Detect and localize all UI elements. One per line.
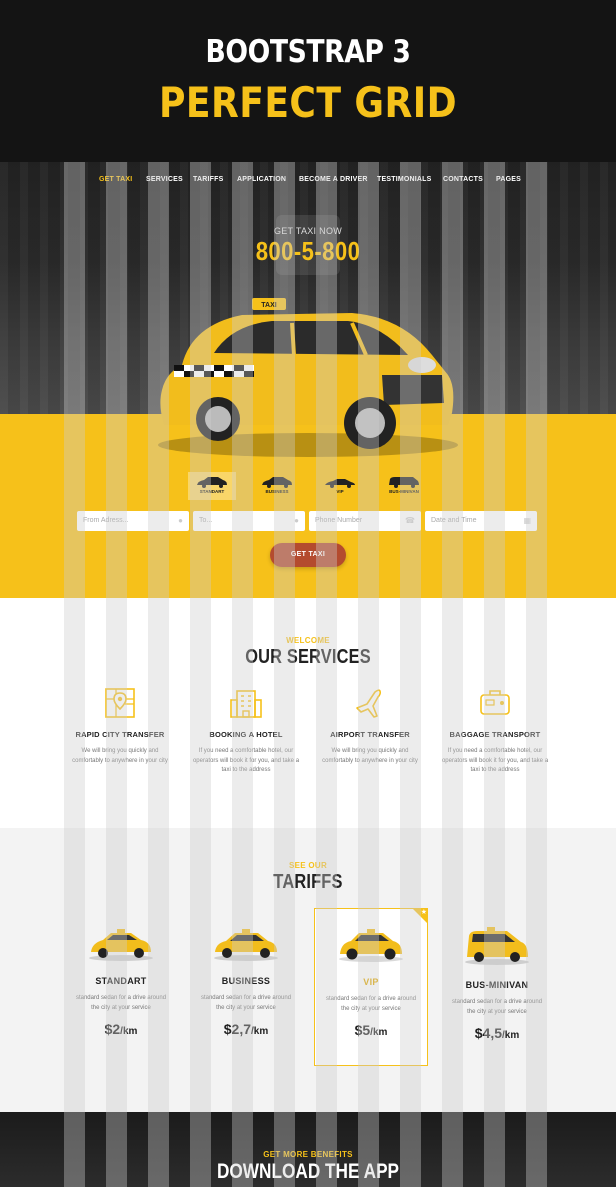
- hotel-icon: [230, 690, 262, 718]
- price-value: $2,7: [223, 1021, 251, 1037]
- main-nav: GET TAXI SERVICES TARIFFS APPLICATION BE…: [0, 176, 616, 190]
- download-eyebrow: GET MORE BENEFITS: [263, 1150, 353, 1159]
- phone-number[interactable]: 800-5-800: [242, 236, 375, 267]
- car-type-label: STANDART: [199, 489, 225, 494]
- star-icon: ★: [420, 909, 427, 916]
- phone-icon: ☎: [405, 516, 415, 525]
- get-taxi-button[interactable]: GET TAXI: [270, 543, 346, 567]
- taxi-car-image: TAXI: [158, 298, 458, 457]
- location-pin-icon: ●: [178, 516, 183, 525]
- sedan-image: [214, 929, 278, 961]
- car-type-vip[interactable]: VIP: [316, 472, 364, 500]
- car-type-selector: STANDART BUSINESS VIP BUS-MINIVAN: [0, 472, 616, 502]
- nav-item-testimonials[interactable]: TESTIMONIALS: [377, 176, 432, 183]
- datetime-input[interactable]: Date and Time ▦: [425, 511, 537, 531]
- nav-item-application[interactable]: APPLICATION: [237, 176, 286, 183]
- service-text: We will bring you quickly and comfortabl…: [72, 748, 168, 764]
- coupe-icon: [325, 479, 355, 488]
- price-value: $5: [354, 1022, 371, 1038]
- page: BOOTSTRAP 3 PERFECT GRID GET TAXI SERVIC…: [0, 0, 616, 1187]
- services-eyebrow: WELCOME: [286, 636, 330, 645]
- service-text: We will bring you quickly and comfortabl…: [322, 748, 418, 764]
- service-title: AIRPORT TRANSFER: [330, 730, 410, 739]
- service-card: AIRPORT TRANSFER We will bring you quick…: [316, 686, 424, 766]
- tariff-card-business[interactable]: BUSINESS standard sedan for a drive arou…: [189, 908, 303, 1066]
- svg-text:TAXI: TAXI: [261, 302, 276, 309]
- car-type-label: BUS-MINIVAN: [389, 489, 419, 494]
- to-address-input[interactable]: To... ●: [193, 511, 305, 531]
- tariff-price: $5/km: [315, 1022, 427, 1038]
- price-value: $4,5: [474, 1025, 502, 1041]
- minivan-image: [465, 927, 529, 965]
- calendar-icon: ▦: [523, 516, 531, 525]
- tariff-card-vip[interactable]: ★ VIP standard sedan for a drive around …: [314, 908, 428, 1066]
- service-text: If you need a comfortable hotel, our ope…: [192, 748, 300, 773]
- from-address-placeholder: From Adress...: [83, 517, 129, 524]
- service-card: BOOKING A HOTEL If you need a comfortabl…: [192, 686, 300, 776]
- nav-item-get-taxi[interactable]: GET TAXI: [99, 176, 132, 183]
- nav-item-become-driver[interactable]: BECOME A DRIVER: [299, 176, 368, 183]
- sedan-icon: [262, 477, 292, 488]
- nav-item-pages[interactable]: PAGES: [496, 176, 521, 183]
- price-unit: /km: [502, 1030, 520, 1041]
- phone-placeholder: Phone Number: [315, 517, 363, 524]
- tariff-name: VIP: [363, 977, 379, 987]
- service-card: RAPID CITY TRANSFER We will bring you qu…: [66, 686, 174, 766]
- tariffs-title: TARIFFS: [273, 871, 343, 893]
- tariff-price: $2,7/km: [189, 1021, 303, 1037]
- car-type-business[interactable]: BUSINESS: [253, 472, 301, 500]
- tariff-price: $2/km: [64, 1021, 178, 1037]
- airplane-icon: [356, 689, 382, 718]
- sedan-icon: [197, 477, 227, 488]
- tariff-name: STANDART: [95, 976, 147, 986]
- tariffs-eyebrow: SEE OUR: [288, 861, 328, 870]
- map-icon: [105, 688, 135, 718]
- featured-corner: ★: [412, 908, 428, 924]
- tariff-description: standard sedan for a drive around the ci…: [75, 995, 167, 1011]
- price-unit: /km: [251, 1026, 269, 1037]
- car-type-label: BUSINESS: [265, 489, 289, 494]
- tariff-name: BUS-MINIVAN: [465, 980, 529, 990]
- from-address-input[interactable]: From Adress... ●: [77, 511, 189, 531]
- phone-input[interactable]: Phone Number ☎: [309, 511, 421, 531]
- tariff-description: standard sedan for a drive around the ci…: [200, 995, 292, 1011]
- car-type-bus-minivan[interactable]: BUS-MINIVAN: [380, 472, 428, 500]
- minivan-icon: [389, 477, 419, 488]
- services-title: OUR SERVICES: [245, 646, 371, 668]
- nav-item-services[interactable]: SERVICES: [146, 176, 183, 183]
- service-title: BAGGAGE TRANSPORT: [449, 730, 541, 739]
- suitcase-icon: [480, 690, 510, 715]
- price-unit: /km: [120, 1026, 138, 1037]
- banner: BOOTSTRAP 3 PERFECT GRID: [0, 0, 616, 162]
- datetime-placeholder: Date and Time: [431, 517, 477, 524]
- tariff-card-standart[interactable]: STANDART standard sedan for a drive arou…: [64, 908, 178, 1066]
- tariff-description: standard sedan for a drive around the ci…: [325, 996, 417, 1012]
- car-type-label: VIP: [336, 489, 344, 494]
- nav-item-tariffs[interactable]: TARIFFS: [193, 176, 223, 183]
- banner-subtitle: PERFECT GRID: [158, 78, 458, 127]
- service-text: If you need a comfortable hotel, our ope…: [441, 748, 549, 773]
- tariff-card-bus-minivan[interactable]: BUS-MINIVAN standard sedan for a drive a…: [440, 908, 554, 1066]
- nav-item-contacts[interactable]: CONTACTS: [443, 176, 483, 183]
- tariff-name: BUSINESS: [221, 976, 271, 986]
- sedan-image: [89, 929, 153, 961]
- price-value: $2: [104, 1021, 121, 1037]
- tariff-price: $4,5/km: [440, 1025, 554, 1041]
- suv-image: [339, 929, 403, 962]
- call-label: GET TAXI NOW: [273, 226, 343, 236]
- tariff-description: standard sedan for a drive around the ci…: [451, 999, 543, 1015]
- service-title: RAPID CITY TRANSFER: [75, 730, 165, 739]
- banner-title: BOOTSTRAP 3: [205, 34, 411, 70]
- location-pin-icon: ●: [294, 516, 299, 525]
- price-unit: /km: [370, 1027, 388, 1038]
- service-card: BAGGAGE TRANSPORT If you need a comforta…: [441, 686, 549, 776]
- download-title: DOWNLOAD THE APP: [216, 1160, 400, 1183]
- car-type-standart[interactable]: STANDART: [188, 472, 236, 500]
- to-address-placeholder: To...: [199, 517, 213, 524]
- service-title: BOOKING A HOTEL: [209, 730, 283, 739]
